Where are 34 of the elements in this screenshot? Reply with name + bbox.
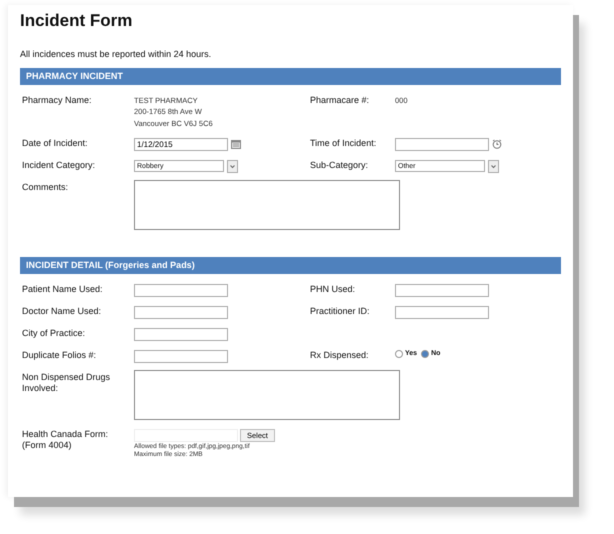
text-area[interactable] [134, 370, 400, 420]
field-label: Sub-Category: [310, 160, 368, 172]
field-label: Non Dispensed Drugs Involved: [21, 372, 112, 396]
field-label: Patient Name Used: [21, 284, 104, 296]
calendar-icon[interactable] [231, 139, 241, 150]
time-field[interactable] [395, 138, 489, 151]
field-label: PHN Used: [310, 284, 356, 296]
text-field[interactable] [134, 306, 228, 319]
text-area[interactable] [134, 180, 400, 230]
form-title: Incident Form [20, 11, 134, 31]
text-field[interactable] [134, 284, 228, 297]
field-label: Doctor Name Used: [21, 306, 102, 318]
field-label: City of Practice: [21, 328, 86, 340]
text-field[interactable] [134, 328, 228, 341]
clock-icon[interactable] [492, 139, 502, 150]
field-label: Pharmacare #: [310, 95, 370, 107]
text-field[interactable] [395, 284, 489, 297]
intro-text: All incidences must be reported within 24 hours. [20, 49, 212, 59]
field-label: Date of Incident: [21, 138, 89, 150]
field-label: Comments: [21, 182, 70, 194]
text-field[interactable] [134, 350, 228, 363]
field-label: Time of Incident: [310, 138, 376, 150]
field-label: Incident Category: [21, 160, 96, 172]
section-header: INCIDENT DETAIL (Forgeries and Pads) [20, 256, 561, 274]
field-label: Health Canada Form: (Form 4004) [21, 428, 110, 452]
field-label: Rx Dispensed: [310, 350, 369, 362]
field-label: Pharmacy Name: [21, 95, 93, 107]
date-field[interactable]: 1/12/2015 [134, 138, 228, 151]
section-header: PHARMACY INCIDENT [20, 68, 561, 85]
field-label: Practitioner ID: [310, 306, 370, 318]
radio-button[interactable] [395, 350, 403, 358]
field-label: Duplicate Folios #: [21, 350, 98, 362]
text-field[interactable] [395, 306, 489, 319]
radio-button[interactable] [421, 350, 430, 358]
